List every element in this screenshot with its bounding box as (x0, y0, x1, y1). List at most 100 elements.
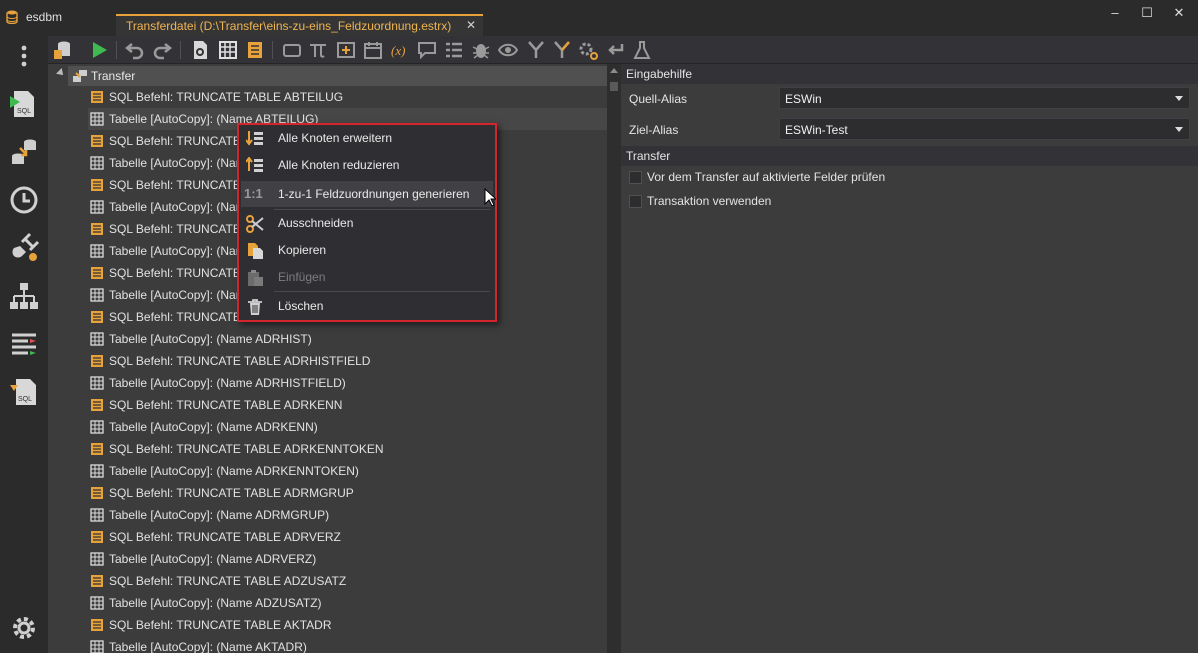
svg-text:(x): (x) (391, 43, 405, 58)
tree-scrollbar[interactable] (607, 64, 621, 653)
one-to-one-icon: 1:1 (244, 186, 263, 201)
maximize-button[interactable]: ☐ (1136, 4, 1158, 22)
table-icon (90, 200, 104, 214)
tree-row-label: Tabelle [AutoCopy]: (Name ADRKENN) (109, 420, 318, 434)
branch-icon[interactable] (526, 40, 546, 60)
calendar-icon[interactable] (363, 40, 383, 60)
collapse-arrow-icon[interactable] (56, 68, 66, 78)
copy-icon (248, 243, 263, 259)
database-transfer-icon[interactable] (8, 136, 40, 168)
scroll-up-icon[interactable] (610, 68, 618, 73)
section-transfer: Transfer (621, 146, 1198, 166)
table-icon (90, 376, 104, 390)
return-icon[interactable] (605, 40, 625, 60)
tree-row-label: Tabelle [AutoCopy]: (Name AKTADR) (109, 640, 307, 653)
list-icon[interactable] (444, 40, 464, 60)
rectangle-icon[interactable] (282, 40, 302, 60)
quell-alias-label: Quell-Alias (629, 92, 688, 106)
ziel-alias-select[interactable]: ESWin-Test (779, 118, 1190, 140)
sql-command-icon (91, 443, 103, 455)
scrollbar-thumb[interactable] (610, 82, 618, 91)
hierarchy-icon[interactable] (8, 280, 40, 312)
quell-alias-select[interactable]: ESWin (779, 87, 1190, 109)
redo-icon[interactable] (152, 40, 172, 60)
menu-delete[interactable]: Löschen (241, 293, 493, 319)
compare-icon[interactable] (8, 328, 40, 360)
database-logo-icon (6, 10, 18, 24)
sql-list-icon[interactable] (245, 40, 265, 60)
comment-icon[interactable] (417, 40, 437, 60)
tree-row-label: Tabelle [AutoCopy]: (Name ADRKENNTOKEN) (109, 464, 359, 478)
tree-row[interactable]: SQL Befehl: TRUNCATE TABLE ADRKENNTOKEN (88, 438, 607, 460)
tree-row[interactable]: Tabelle [AutoCopy]: (Name AKTADR) (88, 636, 607, 653)
menu-generate-mapping-label: 1-zu-1 Feldzuordnungen generieren (278, 187, 470, 201)
more-vertical-icon[interactable] (8, 40, 40, 72)
variable-icon[interactable]: (x) (390, 40, 410, 60)
menu-paste[interactable]: Einfügen (241, 264, 493, 290)
table-icon (90, 508, 104, 522)
sql-command-icon (91, 135, 103, 147)
tree-row[interactable]: Tabelle [AutoCopy]: (Name ADRMGRUP) (88, 504, 607, 526)
table-icon (90, 244, 104, 258)
toolbar-separator (180, 41, 181, 59)
tree-row-label: Tabelle [AutoCopy]: (Name ADRMGRUP) (109, 508, 330, 522)
table-icon (90, 640, 104, 653)
table-icon[interactable] (218, 40, 238, 60)
sql-import-icon[interactable]: SQL (8, 376, 40, 408)
pi-icon[interactable] (308, 40, 328, 60)
menu-cut-label: Ausschneiden (278, 216, 354, 230)
menu-generate-mapping[interactable]: 1:1 1-zu-1 Feldzuordnungen generieren (241, 181, 493, 207)
undo-icon[interactable] (125, 40, 145, 60)
menu-expand-all[interactable]: Alle Knoten erweitern (241, 125, 493, 151)
tree-row[interactable]: SQL Befehl: TRUNCATE TABLE ADZUSATZ (88, 570, 607, 592)
settings-icon[interactable] (8, 612, 40, 644)
menu-separator (274, 291, 490, 292)
sql-command-icon (91, 575, 103, 587)
tree-row[interactable]: SQL Befehl: TRUNCATE TABLE ADRVERZ (88, 526, 607, 548)
gears-icon[interactable] (578, 40, 598, 60)
tab-transfer-file-label: Transferdatei (D:\Transfer\eins-zu-eins_… (126, 19, 452, 33)
quell-alias-value: ESWin (785, 92, 822, 106)
tree-row[interactable]: SQL Befehl: TRUNCATE TABLE ADRHISTFIELD (88, 350, 607, 372)
add-box-icon[interactable] (336, 40, 356, 60)
svg-text:SQL: SQL (17, 108, 31, 115)
tree-row[interactable]: Tabelle [AutoCopy]: (Name ADRHISTFIELD) (88, 372, 607, 394)
use-transaction-label: Transaktion verwenden (647, 194, 772, 208)
history-clock-icon[interactable] (8, 184, 40, 216)
tree-row-label: Tabelle [AutoCopy]: (Nar (109, 156, 240, 170)
database-icon[interactable] (52, 40, 72, 60)
tree-root-transfer[interactable]: Transfer (48, 66, 607, 86)
tree-row[interactable]: SQL Befehl: TRUNCATE TABLE ADRMGRUP (88, 482, 607, 504)
tree-row[interactable]: Tabelle [AutoCopy]: (Name ADRKENN) (88, 416, 607, 438)
menu-collapse-all[interactable]: Alle Knoten reduzieren (241, 152, 493, 178)
tree-row[interactable]: Tabelle [AutoCopy]: (Name ADRKENNTOKEN) (88, 460, 607, 482)
tree-row-label: SQL Befehl: TRUNCATE T (109, 178, 252, 192)
tree-row-label: Tabelle [AutoCopy]: (Name ADRVERZ) (109, 552, 317, 566)
tree-row-label: SQL Befehl: TRUNCATE T (109, 310, 252, 324)
tree-row[interactable]: SQL Befehl: TRUNCATE TABLE ABTEILUG (88, 86, 607, 108)
tree-row[interactable]: SQL Befehl: TRUNCATE TABLE ADRKENN (88, 394, 607, 416)
app-title: esdbm (26, 10, 63, 24)
minimize-button[interactable]: – (1104, 4, 1126, 22)
menu-copy[interactable]: Kopieren (241, 237, 493, 263)
sql-file-icon[interactable]: SQL (8, 88, 40, 120)
use-transaction-checkbox[interactable] (629, 195, 642, 208)
flask-icon[interactable] (632, 40, 652, 60)
menu-cut[interactable]: Ausschneiden (241, 210, 493, 236)
tree-row[interactable]: SQL Befehl: TRUNCATE TABLE AKTADR (88, 614, 607, 636)
tree-row[interactable]: Tabelle [AutoCopy]: (Name ADRVERZ) (88, 548, 607, 570)
file-settings-icon[interactable] (190, 40, 210, 60)
merge-icon[interactable] (552, 40, 572, 60)
tree-row-label: SQL Befehl: TRUNCATE TABLE ADRKENN (109, 398, 343, 412)
eye-icon[interactable] (498, 40, 518, 60)
tree-row-label: SQL Befehl: TRUNCATE TABLE ABTEILUG (109, 90, 344, 104)
tab-close-icon[interactable]: ✕ (466, 18, 476, 32)
plugin-icon[interactable] (8, 232, 40, 264)
close-window-button[interactable]: ✕ (1168, 4, 1190, 22)
bug-icon[interactable] (471, 40, 491, 60)
run-icon[interactable] (89, 40, 109, 60)
tree-row[interactable]: Tabelle [AutoCopy]: (Name ADZUSATZ) (88, 592, 607, 614)
tree-row[interactable]: Tabelle [AutoCopy]: (Name ADRHIST) (88, 328, 607, 350)
tab-transfer-file[interactable]: Transferdatei (D:\Transfer\eins-zu-eins_… (116, 14, 483, 36)
check-active-fields-checkbox[interactable] (629, 171, 642, 184)
